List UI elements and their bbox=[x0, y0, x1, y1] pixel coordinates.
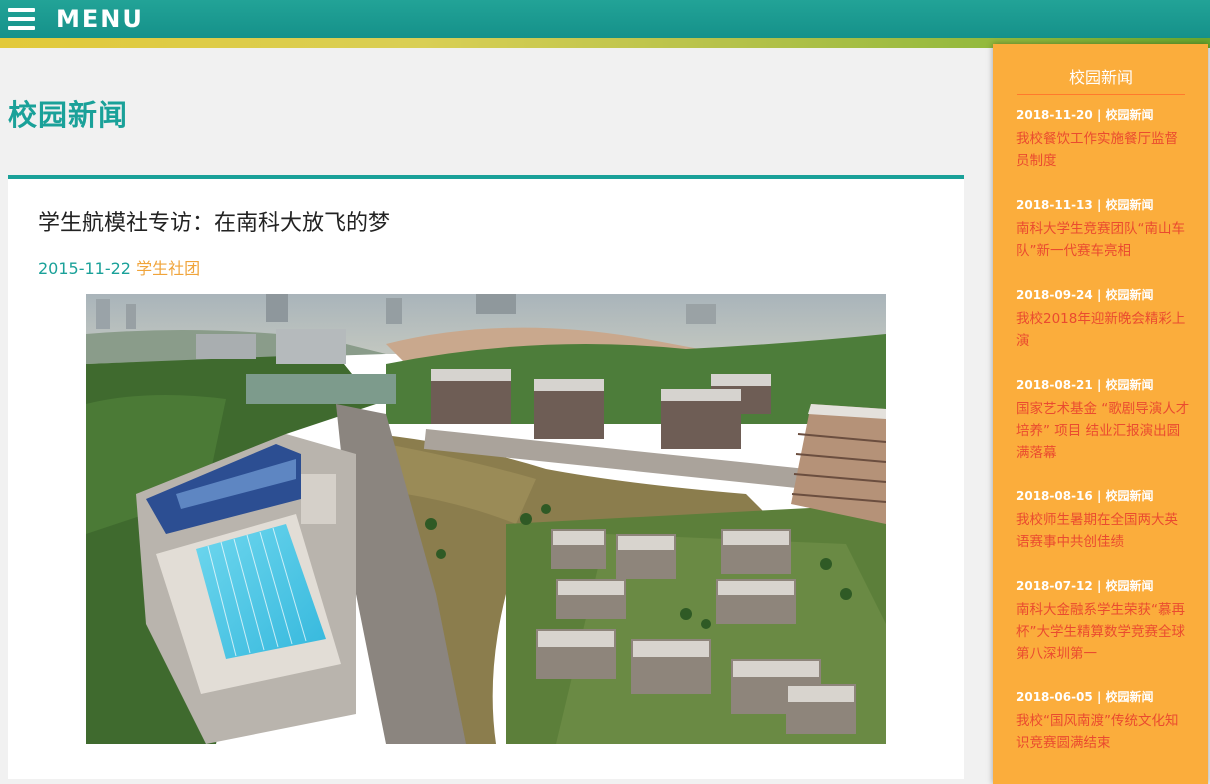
news-meta: 2018-08-16 | 校园新闻 bbox=[1016, 487, 1191, 505]
sidebar-news-item[interactable]: 2018-09-24 | 校园新闻 我校2018年迎新晚会精彩上演 bbox=[1016, 286, 1191, 360]
news-separator: | bbox=[1096, 108, 1102, 122]
sidebar-news-item[interactable]: 2018-11-13 | 校园新闻 南科大学生竞赛团队“南山车队”新一代赛车亮相 bbox=[1016, 196, 1191, 270]
top-bar: MENU bbox=[0, 0, 1210, 39]
news-category: 校园新闻 bbox=[1105, 489, 1154, 503]
news-separator: | bbox=[1096, 198, 1102, 212]
news-title-link[interactable]: 南科大金融系学生荣获“慕再杯”大学生精算数学竞赛全球第八深圳第一 bbox=[1016, 599, 1191, 665]
news-date: 2018-08-21 bbox=[1016, 378, 1093, 392]
news-date: 2018-07-12 bbox=[1016, 579, 1093, 593]
news-date: 2018-09-24 bbox=[1016, 288, 1093, 302]
news-category: 校园新闻 bbox=[1105, 288, 1154, 302]
news-title-link[interactable]: 我校2018年迎新晚会精彩上演 bbox=[1016, 308, 1191, 352]
article-title[interactable]: 学生航模社专访：在南科大放飞的梦 bbox=[38, 205, 390, 237]
page-title: 校园新闻 bbox=[8, 98, 129, 132]
sidebar-news-item[interactable]: 2018-11-20 | 校园新闻 我校餐饮工作实施餐厅监督员制度 bbox=[1016, 106, 1191, 180]
menu-button[interactable]: MENU bbox=[8, 6, 144, 32]
sidebar-title: 校园新闻 bbox=[1017, 64, 1185, 95]
menu-label[interactable]: MENU bbox=[56, 6, 144, 32]
news-separator: | bbox=[1096, 378, 1102, 392]
news-meta: 2018-11-20 | 校园新闻 bbox=[1016, 106, 1191, 124]
news-meta: 2018-11-13 | 校园新闻 bbox=[1016, 196, 1191, 214]
news-category: 校园新闻 bbox=[1105, 108, 1154, 122]
sidebar-news-item[interactable]: 2018-08-21 | 校园新闻 国家艺术基金 “歌剧导演人才培养” 项目 结… bbox=[1016, 376, 1191, 471]
news-title-link[interactable]: 我校餐饮工作实施餐厅监督员制度 bbox=[1016, 128, 1191, 172]
news-separator: | bbox=[1096, 690, 1102, 704]
sidebar-news-item[interactable]: 2018-06-05 | 校园新闻 我校“国风南渡”传统文化知识竞赛圆满结束 bbox=[1016, 688, 1191, 762]
news-category: 校园新闻 bbox=[1105, 198, 1154, 212]
campus-aerial-photo bbox=[86, 294, 886, 744]
news-meta: 2018-09-24 | 校园新闻 bbox=[1016, 286, 1191, 304]
article-meta: 2015-11-22 学生社团 bbox=[38, 255, 200, 279]
news-title-link[interactable]: 我校“国风南渡”传统文化知识竞赛圆满结束 bbox=[1016, 710, 1191, 754]
news-date: 2018-08-16 bbox=[1016, 489, 1093, 503]
news-separator: | bbox=[1096, 579, 1102, 593]
news-category: 校园新闻 bbox=[1105, 690, 1154, 704]
news-title-link[interactable]: 我校师生暑期在全国两大英语赛事中共创佳绩 bbox=[1016, 509, 1191, 553]
news-separator: | bbox=[1096, 288, 1102, 302]
news-date: 2018-06-05 bbox=[1016, 690, 1093, 704]
sidebar: 校园新闻 2018-11-20 | 校园新闻 我校餐饮工作实施餐厅监督员制度 2… bbox=[993, 44, 1208, 784]
hamburger-icon[interactable] bbox=[8, 7, 35, 31]
news-category: 校园新闻 bbox=[1105, 378, 1154, 392]
news-separator: | bbox=[1096, 489, 1102, 503]
sidebar-news-item[interactable]: 2018-07-12 | 校园新闻 南科大金融系学生荣获“慕再杯”大学生精算数学… bbox=[1016, 577, 1191, 672]
news-date: 2018-11-20 bbox=[1016, 108, 1093, 122]
news-category: 校园新闻 bbox=[1105, 579, 1154, 593]
sidebar-news-list: 2018-11-20 | 校园新闻 我校餐饮工作实施餐厅监督员制度 2018-1… bbox=[1016, 106, 1191, 778]
article-category-link[interactable]: 学生社团 bbox=[136, 259, 200, 278]
news-date: 2018-11-13 bbox=[1016, 198, 1093, 212]
news-meta: 2018-07-12 | 校园新闻 bbox=[1016, 577, 1191, 595]
sidebar-news-item[interactable]: 2018-08-16 | 校园新闻 我校师生暑期在全国两大英语赛事中共创佳绩 bbox=[1016, 487, 1191, 561]
article-date: 2015-11-22 bbox=[38, 259, 131, 278]
news-meta: 2018-08-21 | 校园新闻 bbox=[1016, 376, 1191, 394]
news-meta: 2018-06-05 | 校园新闻 bbox=[1016, 688, 1191, 706]
news-title-link[interactable]: 南科大学生竞赛团队“南山车队”新一代赛车亮相 bbox=[1016, 218, 1191, 262]
article-card: 学生航模社专访：在南科大放飞的梦 2015-11-22 学生社团 bbox=[8, 175, 964, 779]
news-title-link[interactable]: 国家艺术基金 “歌剧导演人才培养” 项目 结业汇报演出圆满落幕 bbox=[1016, 398, 1191, 464]
